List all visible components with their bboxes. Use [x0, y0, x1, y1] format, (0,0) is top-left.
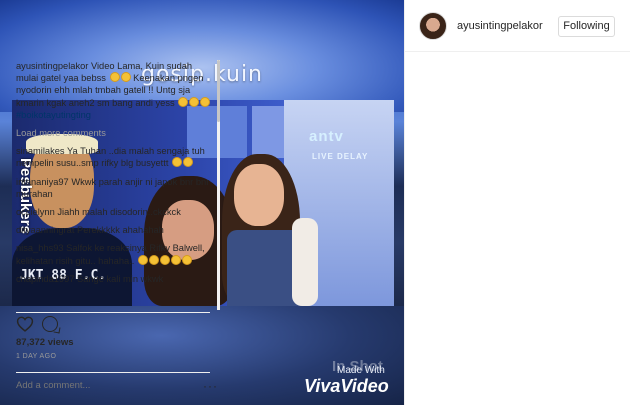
- comment-username[interactable]: nisa_hhs93: [16, 243, 64, 253]
- emoji-icon: [170, 254, 181, 265]
- emoji-icon: [148, 254, 159, 265]
- view-count[interactable]: 87,372 views: [16, 337, 74, 348]
- emoji-icon: [109, 72, 120, 83]
- comments-scroll-thumb[interactable]: [217, 60, 220, 122]
- person-3-arm: [292, 218, 318, 306]
- post-header: ayusintingpelakor Following: [405, 0, 630, 52]
- emoji-icon: [183, 157, 194, 168]
- emoji-icon: [172, 157, 183, 168]
- list-item: occielynn Jiahh malah disodorin..ckckck: [16, 206, 214, 218]
- emoji-icon: [181, 254, 192, 265]
- emoji-icon: [200, 96, 211, 107]
- comment-username[interactable]: dityaanningrat: [16, 225, 74, 235]
- made-with-label: Made With: [337, 365, 385, 376]
- live-delay-label: LIVE DELAY: [312, 152, 369, 161]
- post-side-panel: ayusintingpelakor Following: [404, 0, 630, 405]
- divider: [16, 312, 210, 313]
- more-options-icon[interactable]: ···: [203, 379, 218, 393]
- emoji-icon: [159, 254, 170, 265]
- comment-text: Jiahh malah disodorin..ckckck: [57, 207, 181, 218]
- following-button[interactable]: Following: [558, 16, 615, 37]
- comments-list[interactable]: ayusintingpelakor Video Lama, Kuin sudah…: [16, 60, 214, 312]
- comment-username[interactable]: intananiya97: [16, 177, 69, 187]
- comment-username[interactable]: sinamilakes: [16, 146, 65, 156]
- add-comment-input[interactable]: [16, 380, 196, 391]
- hashtag-link[interactable]: #boikotayutingting: [16, 110, 91, 120]
- heart-icon[interactable]: [16, 316, 34, 332]
- list-item: dityaanningrat Perekkkkk ahahahah: [16, 224, 214, 236]
- channel-logo: antv: [309, 128, 344, 145]
- list-item: intananiya97 Wkwk parah anjir ni japok b…: [16, 176, 214, 200]
- post-caption: ayusintingpelakor Video Lama, Kuin sudah…: [16, 60, 214, 121]
- list-item: sinamilakes Ya Tuhan ..dia malah sengaja…: [16, 145, 214, 169]
- avatar[interactable]: [419, 12, 447, 40]
- post-username[interactable]: ayusintingpelakor: [457, 20, 543, 32]
- divider: [16, 372, 210, 373]
- emoji-icon: [137, 254, 148, 265]
- post-timestamp: 1 DAY AGO: [16, 353, 57, 360]
- list-item: nisa_hhs93 Salfok ke reaksinya Rifky Bal…: [16, 242, 214, 266]
- comment-username[interactable]: chapinda1997: [16, 274, 74, 284]
- comment-text: Perekkkkk ahahahah: [77, 225, 164, 236]
- emoji-icon: [189, 96, 200, 107]
- emoji-icon: [120, 72, 131, 83]
- emoji-icon: [178, 96, 189, 107]
- list-item: chapinda1997 Sange kali min wkwk: [16, 273, 214, 285]
- app-watermark: VivaVideo: [304, 376, 389, 396]
- load-more-comments-link[interactable]: Load more comments: [16, 127, 214, 139]
- comment-text: Sange kali min wkwk: [77, 273, 164, 284]
- caption-username[interactable]: ayusintingpelakor: [16, 61, 88, 71]
- person-3-face: [234, 164, 284, 226]
- comment-bubble-icon[interactable]: [42, 316, 58, 332]
- comment-username[interactable]: occielynn: [16, 207, 55, 217]
